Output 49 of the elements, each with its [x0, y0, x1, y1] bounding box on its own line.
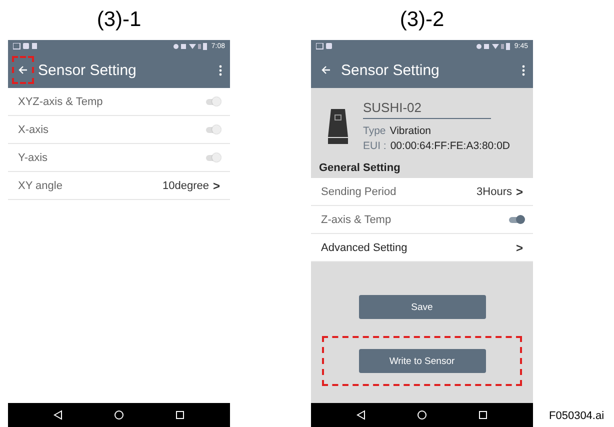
- setting-label: Z-axis & Temp: [321, 214, 392, 226]
- eui-value: 00:00:64:FF:FE:A3:80:0D: [390, 140, 510, 152]
- system-icons-drawing: [476, 42, 510, 50]
- back-button[interactable]: [12, 56, 34, 84]
- device-name-field[interactable]: SUSHI-02: [363, 100, 491, 119]
- back-arrow-icon: [321, 65, 331, 75]
- screen-title: Sensor Setting: [38, 62, 136, 78]
- chevron-icon: >: [516, 240, 523, 254]
- back-arrow-icon: [18, 65, 28, 75]
- action-button[interactable]: Write to Sensor: [358, 349, 486, 373]
- more-options-button[interactable]: [520, 62, 527, 78]
- system-icons-drawing: [173, 42, 208, 50]
- back-triangle-icon[interactable]: [53, 410, 64, 420]
- screen-title: Sensor Setting: [341, 62, 440, 78]
- recent-square-icon[interactable]: [174, 410, 185, 420]
- home-circle-icon[interactable]: [114, 410, 124, 420]
- back-triangle-icon[interactable]: [356, 410, 366, 420]
- setting-label: XYZ-axis & Temp: [18, 96, 103, 108]
- more-icon: [522, 64, 525, 76]
- more-icon: [219, 64, 222, 76]
- figure-id: F050304.ai: [549, 410, 604, 422]
- sensor-device-icon: [327, 107, 349, 145]
- toggle-switch[interactable]: [206, 154, 220, 160]
- figure-caption: (3)-1: [96, 7, 142, 33]
- toggle-switch[interactable]: [206, 98, 220, 104]
- notification-icons-drawing: [13, 42, 37, 50]
- recent-square-icon[interactable]: [478, 410, 488, 420]
- chevron-icon: >: [212, 178, 220, 192]
- setting-label: X-axis: [18, 124, 49, 136]
- setting-label: Advanced Setting: [321, 242, 408, 254]
- chevron-icon: >: [516, 184, 523, 198]
- figure-caption: (3)-2: [398, 7, 446, 33]
- home-circle-icon[interactable]: [416, 410, 427, 420]
- setting-value: 3Hours: [476, 186, 512, 198]
- type-label: Type: [363, 125, 386, 137]
- setting-value: 10degree: [162, 180, 209, 192]
- eui-label: EUI :: [363, 140, 386, 152]
- section-heading: General Setting: [318, 161, 402, 176]
- toggle-switch[interactable]: [206, 126, 220, 132]
- action-button[interactable]: Save: [358, 295, 486, 319]
- setting-row[interactable]: Advanced Setting >: [311, 234, 533, 262]
- setting-row[interactable]: Z-axis & Temp: [311, 206, 533, 234]
- setting-label: XY angle: [18, 180, 62, 192]
- type-value: Vibration: [390, 125, 432, 137]
- setting-label: Sending Period: [321, 186, 396, 198]
- more-options-button[interactable]: [217, 62, 224, 78]
- setting-label: Y-axis: [18, 152, 48, 164]
- setting-row[interactable]: Sending Period 3Hours >: [311, 178, 533, 206]
- toggle-switch[interactable]: [509, 216, 523, 222]
